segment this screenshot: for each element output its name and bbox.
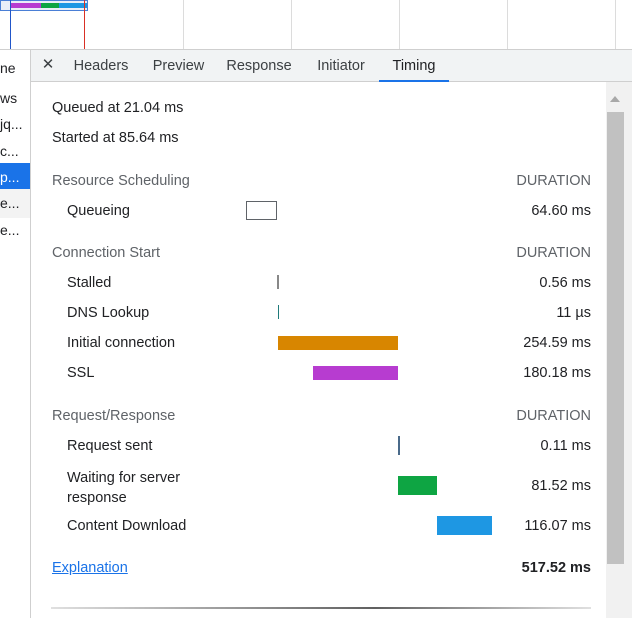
overview-gridline [615,0,616,49]
tab-preview[interactable]: Preview [146,50,211,81]
timing-row-value: 11 µs [556,305,591,321]
request-list-item[interactable]: ne [0,54,30,83]
timing-row-value: 254.59 ms [523,335,591,351]
scroll-up-arrow-icon[interactable] [610,96,620,102]
dom-content-loaded-marker [10,0,11,49]
timing-row-value: 0.56 ms [539,275,591,291]
duration-header: DURATION [516,173,591,189]
load-event-marker [84,0,85,49]
timing-panel: Queued at 21.04 ms Started at 85.64 ms R… [31,82,606,618]
timing-row-label: Content Download [67,518,187,534]
timing-row-value: 81.52 ms [531,478,591,494]
request-list-item[interactable]: e... [0,216,30,245]
stalled-bar [277,275,279,289]
scrollbar-thumb[interactable] [607,112,624,564]
overview-gridline [291,0,292,49]
overview-gridline [183,0,184,49]
duration-header: DURATION [516,245,591,261]
waiting-server-response-bar [398,476,437,495]
section-divider [51,607,591,609]
timing-row-label: Request sent [67,438,153,454]
timing-row-label: Stalled [67,275,112,291]
tab-headers[interactable]: Headers [67,50,135,81]
queueing-bar [246,201,277,220]
overview-gridline [507,0,508,49]
overview-gridline [399,0,400,49]
tab-response[interactable]: Response [221,50,297,81]
duration-header: DURATION [516,408,591,424]
section-title-connection-start: Connection Start [52,245,161,261]
ssl-bar [313,366,398,380]
request-list[interactable]: ne ws jq... c... p... e... e... [0,50,31,618]
overview-download-segment [59,3,87,8]
timing-row-label: Initial connection [67,335,176,351]
request-list-item[interactable]: jq... [0,110,30,139]
request-list-item[interactable]: ws [0,84,30,113]
close-icon[interactable]: ✕ [39,56,57,74]
timing-row-label: DNS Lookup [67,305,150,321]
tab-initiator[interactable]: Initiator [308,50,374,81]
request-list-item[interactable]: e... [0,189,30,218]
content-download-bar [437,516,492,535]
network-overview-timeline[interactable] [0,0,632,50]
timing-row-label: SSL [67,365,95,381]
section-title-resource-scheduling: Resource Scheduling [52,173,190,189]
timing-row-value: 180.18 ms [523,365,591,381]
section-title-request-response: Request/Response [52,408,176,424]
overview-selected-request-row [0,0,88,11]
timing-row-value: 64.60 ms [531,203,591,219]
timing-row-label: Queueing [67,203,130,219]
timing-row-value: 0.11 ms [540,438,591,454]
initial-connection-bar [278,336,398,350]
total-duration: 517.52 ms [521,560,591,576]
request-sent-bar [398,436,400,455]
queued-at-text: Queued at 21.04 ms [52,100,184,116]
detail-tab-bar: ✕ Headers Preview Response Initiator Tim… [31,50,632,82]
timing-row-value: 116.07 ms [524,518,591,534]
request-list-item-selected[interactable]: p... [0,163,30,192]
devtools-network-panel: ne ws jq... c... p... e... e... ✕ Header… [0,0,632,618]
overview-waiting-segment [41,3,59,8]
request-list-item[interactable]: c... [0,137,30,166]
dns-lookup-bar [278,305,279,319]
started-at-text: Started at 85.64 ms [52,130,179,146]
explanation-link[interactable]: Explanation [52,560,128,576]
tab-timing[interactable]: Timing [379,50,449,82]
timing-row-label: Waiting for server response [67,470,181,506]
overview-ssl-segment [11,3,41,8]
